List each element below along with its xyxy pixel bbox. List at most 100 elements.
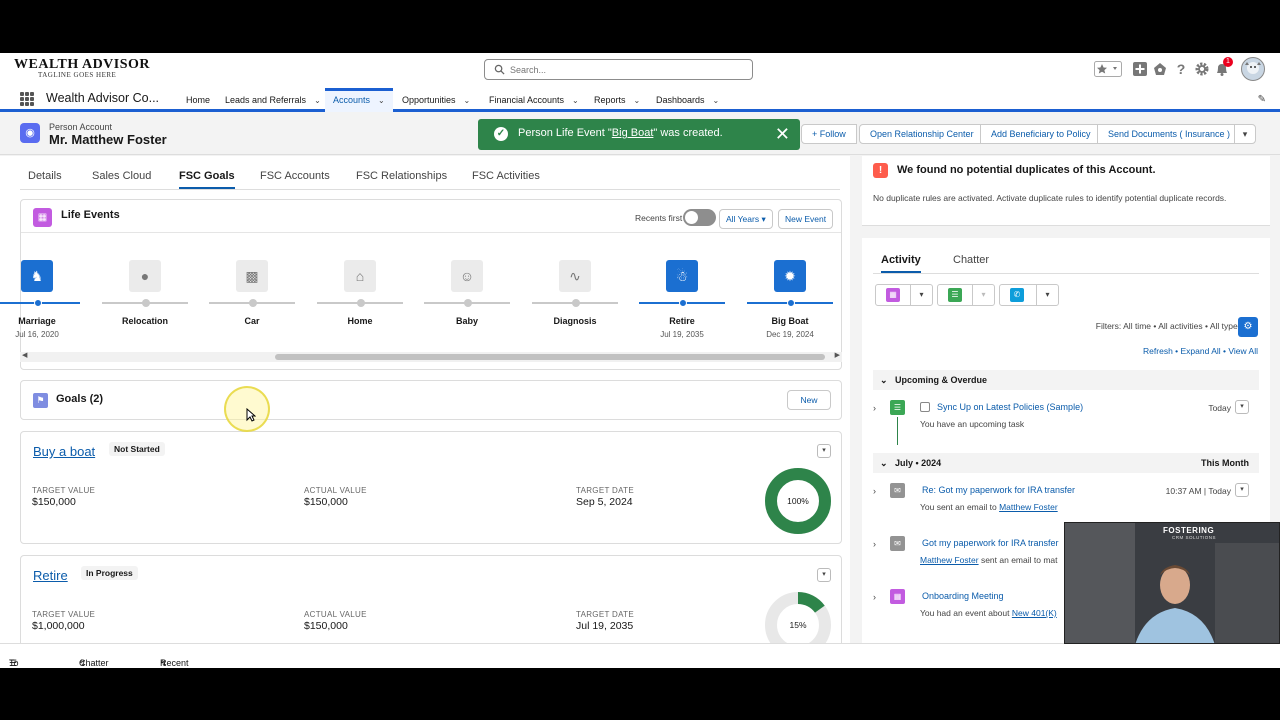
chevron-down-icon[interactable]: ⌄	[378, 92, 385, 110]
task-checkbox[interactable]	[920, 402, 930, 412]
goal-menu-chevron-down-icon[interactable]: ▾	[817, 444, 831, 458]
app-launcher-icon[interactable]	[20, 92, 34, 106]
scroll-right-arrow-icon[interactable]: ▶	[835, 351, 840, 359]
activity-title-link[interactable]: Re: Got my paperwork for IRA transfer	[922, 485, 1075, 495]
life-event-marriage[interactable]: ♞ Marriage Jul 16, 2020	[0, 260, 89, 339]
life-event-home[interactable]: ⌂ Home	[308, 260, 412, 326]
goal-menu-chevron-down-icon[interactable]: ▾	[817, 568, 831, 582]
scroll-left-arrow-icon[interactable]: ◀	[22, 351, 27, 359]
nav-item-reports[interactable]: Reports ⌄	[586, 88, 640, 112]
more-actions-chevron-down-icon[interactable]: ▾	[1234, 124, 1256, 144]
contact-link[interactable]: Matthew Foster	[999, 502, 1058, 512]
edit-nav-pencil-icon[interactable]: ✎	[1258, 94, 1266, 105]
chevron-down-icon[interactable]: ▾	[910, 285, 932, 305]
section-label: July • 2024	[895, 458, 942, 468]
life-events-scrollbar[interactable]: ◀ ▶	[20, 352, 842, 362]
chevron-down-icon[interactable]: ▾	[972, 285, 994, 305]
chevron-down-icon[interactable]: ▾	[1235, 400, 1249, 414]
new-event-action[interactable]: ▦ ▾	[875, 284, 933, 306]
help-icon[interactable]: ?	[1173, 61, 1189, 77]
record-type: Person Account	[49, 122, 113, 132]
nav-label: Accounts	[333, 95, 371, 105]
recents-first-label: Recents first	[635, 213, 683, 223]
chevron-down-icon[interactable]: ⌄	[713, 89, 720, 113]
log-call-action[interactable]: ✆ ▾	[999, 284, 1059, 306]
tab-fsc-accounts[interactable]: FSC Accounts	[260, 170, 330, 182]
month-header[interactable]: ⌄ July • 2024 This Month	[873, 453, 1259, 473]
guidance-center-icon[interactable]	[1152, 61, 1168, 77]
tab-activity[interactable]: Activity	[881, 254, 921, 273]
related-link[interactable]: New 401(K)	[1012, 608, 1057, 618]
life-event-relocation[interactable]: ● Relocation	[93, 260, 197, 326]
new-goal-button[interactable]: New	[787, 390, 831, 410]
new-event-button[interactable]: New Event	[778, 209, 834, 229]
goal-name-link[interactable]: Buy a boat	[33, 444, 95, 459]
nav-item-home[interactable]: Home	[178, 88, 210, 112]
chevron-right-icon[interactable]: ›	[873, 539, 876, 549]
activity-title-link[interactable]: Got my paperwork for IRA transfer	[922, 538, 1059, 548]
nav-item-leads-and-referrals[interactable]: Leads and Referrals ⌄	[217, 88, 321, 112]
nav-item-opportunities[interactable]: Opportunities ⌄	[394, 88, 470, 112]
close-icon[interactable]: ✕	[775, 124, 790, 145]
goal-name-link[interactable]: Retire	[33, 568, 68, 583]
chevron-down-icon[interactable]: ⌄	[314, 89, 321, 113]
chevron-right-icon[interactable]: ›	[873, 592, 876, 602]
chevron-down-icon[interactable]: ⌄	[634, 89, 641, 113]
toast-record-link[interactable]: Big Boat	[612, 127, 654, 139]
search-input[interactable]	[510, 62, 740, 77]
tab-fsc-activities[interactable]: FSC Activities	[472, 170, 540, 182]
location-pin-icon: ●	[129, 260, 161, 292]
duplicates-title: We found no potential duplicates of this…	[897, 164, 1156, 176]
goal-progress-text: 100%	[787, 496, 809, 506]
tab-fsc-goals[interactable]: FSC Goals	[179, 170, 235, 189]
open-relationship-center-button[interactable]: Open Relationship Center	[859, 124, 985, 144]
actual-value-label: ACTUAL VALUE	[304, 486, 367, 495]
chevron-down-icon: ▾	[761, 214, 766, 224]
global-add-icon[interactable]	[1132, 61, 1148, 77]
actual-value: $150,000	[304, 496, 348, 508]
chevron-down-icon[interactable]: ▾	[1036, 285, 1058, 305]
chevron-right-icon[interactable]: ›	[873, 486, 876, 496]
send-documents-button[interactable]: Send Documents ( Insurance )	[1097, 124, 1242, 144]
event-name: Diagnosis	[553, 316, 597, 326]
user-avatar[interactable]	[1241, 57, 1265, 81]
life-event-car[interactable]: ▩ Car	[200, 260, 304, 326]
favorites-star-icon[interactable]	[1094, 61, 1122, 77]
activity-title-link[interactable]: Onboarding Meeting	[922, 591, 1004, 601]
view-all-link[interactable]: View All	[1228, 346, 1258, 356]
chevron-down-icon[interactable]: ▾	[1235, 483, 1249, 497]
tab-fsc-relationships[interactable]: FSC Relationships	[356, 170, 447, 182]
life-event-diagnosis[interactable]: ∿ Diagnosis	[523, 260, 627, 326]
life-event-baby[interactable]: ☺ Baby	[415, 260, 519, 326]
nav-item-financial-accounts[interactable]: Financial Accounts ⌄	[481, 88, 579, 112]
refresh-link[interactable]: Refresh	[1143, 346, 1173, 356]
all-years-filter[interactable]: All Years ▾	[719, 209, 773, 229]
expand-all-link[interactable]: Expand All	[1181, 346, 1221, 356]
scrollbar-thumb[interactable]	[275, 354, 825, 360]
add-beneficiary-button[interactable]: Add Beneficiary to Policy	[980, 124, 1102, 144]
chevron-down-icon[interactable]: ⌄	[464, 89, 471, 113]
nav-item-dashboards[interactable]: Dashboards ⌄	[648, 88, 719, 112]
webcam-brand-sub: CRM SOLUTIONS	[1172, 535, 1217, 540]
tab-sales-cloud[interactable]: Sales Cloud	[92, 170, 151, 182]
life-event-retire[interactable]: ☃ Retire Jul 19, 2035	[630, 260, 734, 339]
activity-subtitle: You had an event about New 401(K)	[920, 608, 1057, 618]
life-event-big-boat[interactable]: ✹ Big Boat Dec 19, 2024	[738, 260, 842, 339]
new-task-action[interactable]: ☰ ▾	[937, 284, 995, 306]
phone-icon: ✆	[1010, 288, 1024, 302]
contact-link[interactable]: Matthew Foster	[920, 555, 979, 565]
chevron-down-icon[interactable]: ⌄	[572, 89, 579, 113]
follow-button[interactable]: + Follow	[801, 124, 857, 144]
event-calendar-icon: ▦	[890, 589, 905, 604]
tab-details[interactable]: Details	[28, 170, 62, 182]
upcoming-overdue-header[interactable]: ⌄ Upcoming & Overdue	[873, 370, 1259, 390]
global-search[interactable]	[484, 59, 753, 80]
subtitle-suffix: sent an email to mat	[980, 555, 1058, 565]
chevron-right-icon[interactable]: ›	[873, 403, 876, 413]
recents-first-toggle[interactable]	[683, 209, 716, 226]
filter-gear-icon[interactable]: ⚙	[1238, 317, 1258, 337]
activity-title-link[interactable]: Sync Up on Latest Policies (Sample)	[937, 402, 1083, 412]
nav-item-accounts[interactable]: Accounts ⌄	[325, 88, 393, 112]
tab-chatter[interactable]: Chatter	[953, 254, 989, 266]
setup-gear-icon[interactable]	[1194, 61, 1210, 77]
